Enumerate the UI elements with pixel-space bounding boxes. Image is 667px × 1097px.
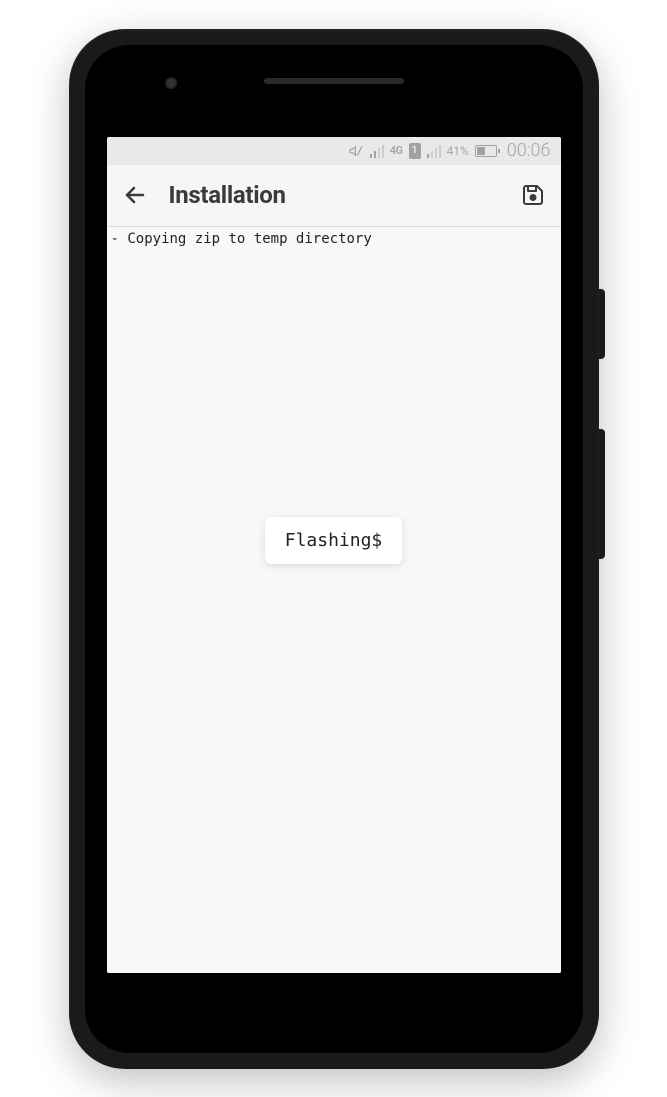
- back-button[interactable]: [121, 181, 149, 209]
- app-bar: Installation: [107, 165, 561, 227]
- save-icon: [521, 183, 545, 207]
- content-area: - Copying zip to temp directory Flashing…: [107, 227, 561, 973]
- battery-percent: 41%: [447, 144, 469, 158]
- arrow-left-icon: [123, 183, 147, 207]
- mute-icon: [348, 144, 364, 158]
- signal-icon: [370, 144, 384, 158]
- status-clock: 00:06: [507, 140, 551, 161]
- phone-frame: 4G 1 41% 00:06: [69, 29, 599, 1069]
- phone-side-button-2: [599, 429, 605, 559]
- screen: 4G 1 41% 00:06: [107, 137, 561, 973]
- sim-number: 1: [412, 145, 418, 156]
- battery-icon: [475, 145, 497, 157]
- toast-text: Flashing$: [285, 530, 383, 551]
- battery-fill: [477, 147, 485, 155]
- status-bar: 4G 1 41% 00:06: [107, 137, 561, 165]
- phone-side-button-1: [599, 289, 605, 359]
- sim-icon: 1: [409, 143, 421, 159]
- phone-sensor-pill: [306, 111, 362, 123]
- flashing-toast: Flashing$: [265, 517, 403, 564]
- network-label: 4G: [390, 144, 403, 157]
- save-button[interactable]: [519, 181, 547, 209]
- page-title: Installation: [169, 181, 499, 209]
- log-line: - Copying zip to temp directory: [107, 227, 561, 247]
- phone-camera: [165, 77, 177, 89]
- signal-icon-2: [427, 144, 441, 158]
- phone-speaker: [264, 78, 404, 84]
- phone-bezel: 4G 1 41% 00:06: [85, 45, 583, 1053]
